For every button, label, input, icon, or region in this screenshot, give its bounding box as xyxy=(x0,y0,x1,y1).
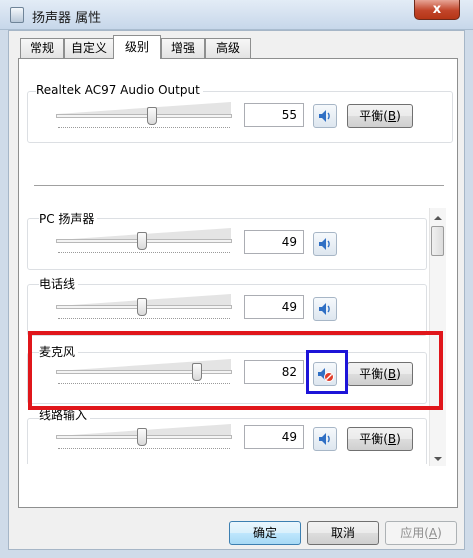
main-output-slider-thumb[interactable] xyxy=(147,107,158,125)
line-in-slider-ticks xyxy=(58,448,230,449)
close-button[interactable]: x xyxy=(414,0,460,20)
speaker-icon xyxy=(319,303,330,315)
pc-speaker-label: PC 扬声器 xyxy=(39,210,98,227)
speaker-icon xyxy=(319,110,330,122)
pc-speaker-slider-thumb[interactable] xyxy=(137,232,148,250)
balance-access-key: B xyxy=(387,109,397,123)
cancel-button[interactable]: 取消 xyxy=(307,521,379,545)
tab-advanced[interactable]: 高级 xyxy=(205,38,251,58)
main-output-speaker-button[interactable] xyxy=(313,104,337,128)
device-group-phone-line xyxy=(27,284,427,336)
phone-line-slider-thumb[interactable] xyxy=(137,298,148,316)
pc-speaker-slider-ticks xyxy=(58,252,230,253)
line-in-slider-thumb[interactable] xyxy=(137,428,148,446)
speaker-icon xyxy=(319,238,330,250)
main-output-slider-track[interactable] xyxy=(56,114,232,118)
mute-button-highlight-box xyxy=(306,350,348,394)
window-title: 扬声器 属性 xyxy=(32,11,102,26)
line-in-balance-button[interactable]: 平衡(B) xyxy=(347,427,413,451)
pc-speaker-volume-field[interactable]: 49 xyxy=(244,230,304,254)
scroll-down-arrow-icon[interactable] xyxy=(433,453,443,463)
microphone-highlight-box xyxy=(28,331,443,410)
line-in-volume-field[interactable]: 49 xyxy=(244,425,304,449)
line-in-speaker-button[interactable] xyxy=(313,427,337,451)
tab-general[interactable]: 常规 xyxy=(20,38,64,58)
speaker-icon xyxy=(319,433,330,445)
balance-access-key: B xyxy=(387,432,397,446)
tab-enhancements[interactable]: 增强 xyxy=(161,38,205,58)
phone-line-volume-field[interactable]: 49 xyxy=(244,295,304,319)
scrollbar-thumb[interactable] xyxy=(431,226,444,256)
balance-label: 平衡 xyxy=(359,109,384,123)
section-divider xyxy=(34,185,444,186)
apply-label: 应用 xyxy=(400,526,425,540)
main-output-volume-field[interactable]: 55 xyxy=(244,103,304,127)
phone-line-speaker-button[interactable] xyxy=(313,297,337,321)
apply-access-key: A xyxy=(428,526,438,540)
scroll-up-arrow-icon[interactable] xyxy=(433,212,443,222)
phone-line-slider-ticks xyxy=(58,318,230,319)
main-output-balance-button[interactable]: 平衡(B) xyxy=(347,104,413,128)
tab-custom[interactable]: 自定义 xyxy=(64,38,114,58)
main-output-slider-ramp xyxy=(57,102,231,114)
main-output-label: Realtek AC97 Audio Output xyxy=(36,83,203,97)
balance-label: 平衡 xyxy=(359,432,384,446)
phone-line-label: 电话线 xyxy=(39,275,79,292)
tab-levels[interactable]: 级别 xyxy=(113,35,161,59)
main-output-slider-ticks xyxy=(58,127,230,128)
window-icon xyxy=(10,7,24,23)
ok-button[interactable]: 确定 xyxy=(229,521,301,545)
pc-speaker-speaker-button[interactable] xyxy=(313,232,337,256)
apply-button[interactable]: 应用(A) xyxy=(385,521,457,545)
